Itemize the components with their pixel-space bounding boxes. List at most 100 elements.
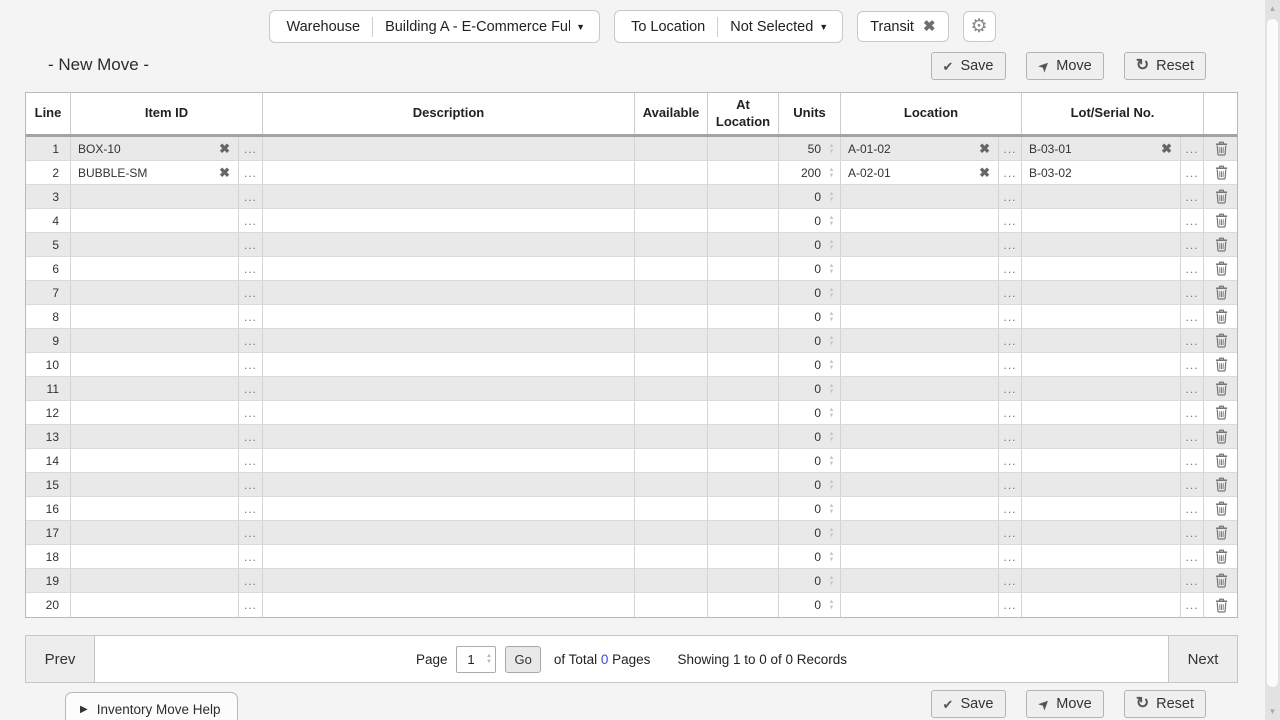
item-lookup-button[interactable]: ... [239,305,263,328]
clear-lot-icon[interactable]: ✖ [1161,141,1180,157]
location-input[interactable]: ✖ [841,329,999,352]
item-id-input[interactable]: ✖ [71,473,239,496]
to-location-select[interactable]: Not Selected ▼ [718,19,832,35]
item-id-input[interactable]: ✖ [71,401,239,424]
lot-lookup-button[interactable]: ... [1181,233,1204,256]
item-lookup-button[interactable]: ... [239,161,263,184]
item-lookup-button[interactable]: ... [239,281,263,304]
units-spinner[interactable]: ▲▼ [826,527,837,539]
column-header-item-id[interactable]: Item ID [71,93,263,134]
units-spinner[interactable]: ▲▼ [826,575,837,587]
delete-row-button[interactable] [1204,185,1239,208]
units-spinner[interactable]: ▲▼ [826,599,837,611]
lot-serial-input[interactable]: B-03-01 ✖ [1022,137,1181,160]
lot-serial-input[interactable]: ✖ [1022,425,1181,448]
lot-lookup-button[interactable]: ... [1181,545,1204,568]
item-id-input[interactable]: ✖ [71,593,239,617]
lot-serial-input[interactable]: ✖ [1022,209,1181,232]
delete-row-button[interactable] [1204,137,1239,160]
lot-lookup-button[interactable]: ... [1181,137,1204,160]
location-input[interactable]: ✖ [841,401,999,424]
units-input[interactable]: 0 ▲▼ [779,449,841,472]
location-lookup-button[interactable]: ... [999,545,1022,568]
lot-lookup-button[interactable]: ... [1181,377,1204,400]
location-input[interactable]: ✖ [841,425,999,448]
units-spinner[interactable]: ▲▼ [826,407,837,419]
save-button[interactable]: ✔ Save [931,52,1006,80]
item-id-input[interactable]: BUBBLE-SM ✖ [71,161,239,184]
item-lookup-button[interactable]: ... [239,425,263,448]
delete-row-button[interactable] [1204,545,1239,568]
lot-lookup-button[interactable]: ... [1181,593,1204,617]
scrollbar-thumb[interactable] [1267,19,1278,687]
location-lookup-button[interactable]: ... [999,209,1022,232]
item-id-input[interactable]: ✖ [71,569,239,592]
column-header-units[interactable]: Units [779,93,841,134]
units-spinner[interactable]: ▲▼ [826,359,837,371]
item-lookup-button[interactable]: ... [239,137,263,160]
save-button-bottom[interactable]: ✔ Save [931,690,1006,718]
reset-button[interactable]: ↻ Reset [1124,52,1206,80]
location-lookup-button[interactable]: ... [999,473,1022,496]
location-lookup-button[interactable]: ... [999,305,1022,328]
item-id-input[interactable]: ✖ [71,545,239,568]
item-lookup-button[interactable]: ... [239,521,263,544]
item-lookup-button[interactable]: ... [239,353,263,376]
units-input[interactable]: 0 ▲▼ [779,185,841,208]
column-header-line[interactable]: Line [26,93,71,134]
move-button[interactable]: ➤ Move [1026,52,1104,80]
delete-row-button[interactable] [1204,161,1239,184]
lot-serial-input[interactable]: ✖ [1022,233,1181,256]
lot-serial-input[interactable]: ✖ [1022,401,1181,424]
item-lookup-button[interactable]: ... [239,329,263,352]
item-lookup-button[interactable]: ... [239,209,263,232]
units-input[interactable]: 0 ▲▼ [779,545,841,568]
units-spinner[interactable]: ▲▼ [826,191,837,203]
lot-serial-input[interactable]: ✖ [1022,593,1181,617]
units-spinner[interactable]: ▲▼ [826,287,837,299]
delete-row-button[interactable] [1204,497,1239,520]
prev-page-button[interactable]: Prev [26,636,95,682]
item-lookup-button[interactable]: ... [239,401,263,424]
location-input[interactable]: ✖ [841,209,999,232]
go-button[interactable]: Go [505,646,540,673]
lot-serial-input[interactable]: B-03-02 ✖ [1022,161,1181,184]
units-input[interactable]: 0 ▲▼ [779,569,841,592]
units-input[interactable]: 0 ▲▼ [779,497,841,520]
clear-location-icon[interactable]: ✖ [979,141,998,157]
item-id-input[interactable]: ✖ [71,425,239,448]
location-input[interactable]: ✖ [841,473,999,496]
lot-lookup-button[interactable]: ... [1181,521,1204,544]
inventory-move-help-expander[interactable]: ▶ Inventory Move Help [65,692,238,720]
location-lookup-button[interactable]: ... [999,377,1022,400]
transit-button[interactable]: Transit ✖ [857,11,948,42]
item-lookup-button[interactable]: ... [239,233,263,256]
lot-serial-input[interactable]: ✖ [1022,185,1181,208]
units-spinner[interactable]: ▲▼ [826,503,837,515]
vertical-scrollbar[interactable]: ▲ ▼ [1265,0,1280,720]
lot-lookup-button[interactable]: ... [1181,185,1204,208]
item-id-input[interactable]: ✖ [71,257,239,280]
column-header-at-location[interactable]: At Location [708,93,779,134]
delete-row-button[interactable] [1204,425,1239,448]
units-input[interactable]: 0 ▲▼ [779,401,841,424]
column-header-description[interactable]: Description [263,93,635,134]
units-spinner[interactable]: ▲▼ [826,551,837,563]
location-input[interactable]: ✖ [841,497,999,520]
lot-lookup-button[interactable]: ... [1181,257,1204,280]
units-input[interactable]: 0 ▲▼ [779,473,841,496]
lot-lookup-button[interactable]: ... [1181,209,1204,232]
delete-row-button[interactable] [1204,209,1239,232]
delete-row-button[interactable] [1204,401,1239,424]
item-id-input[interactable]: ✖ [71,497,239,520]
location-lookup-button[interactable]: ... [999,137,1022,160]
delete-row-button[interactable] [1204,281,1239,304]
location-lookup-button[interactable]: ... [999,329,1022,352]
lot-lookup-button[interactable]: ... [1181,569,1204,592]
units-input[interactable]: 0 ▲▼ [779,425,841,448]
location-input[interactable]: A-01-02 ✖ [841,137,999,160]
lot-serial-input[interactable]: ✖ [1022,569,1181,592]
clear-location-icon[interactable]: ✖ [979,165,998,181]
column-header-available[interactable]: Available [635,93,708,134]
column-header-lot-serial[interactable]: Lot/Serial No. [1022,93,1204,134]
